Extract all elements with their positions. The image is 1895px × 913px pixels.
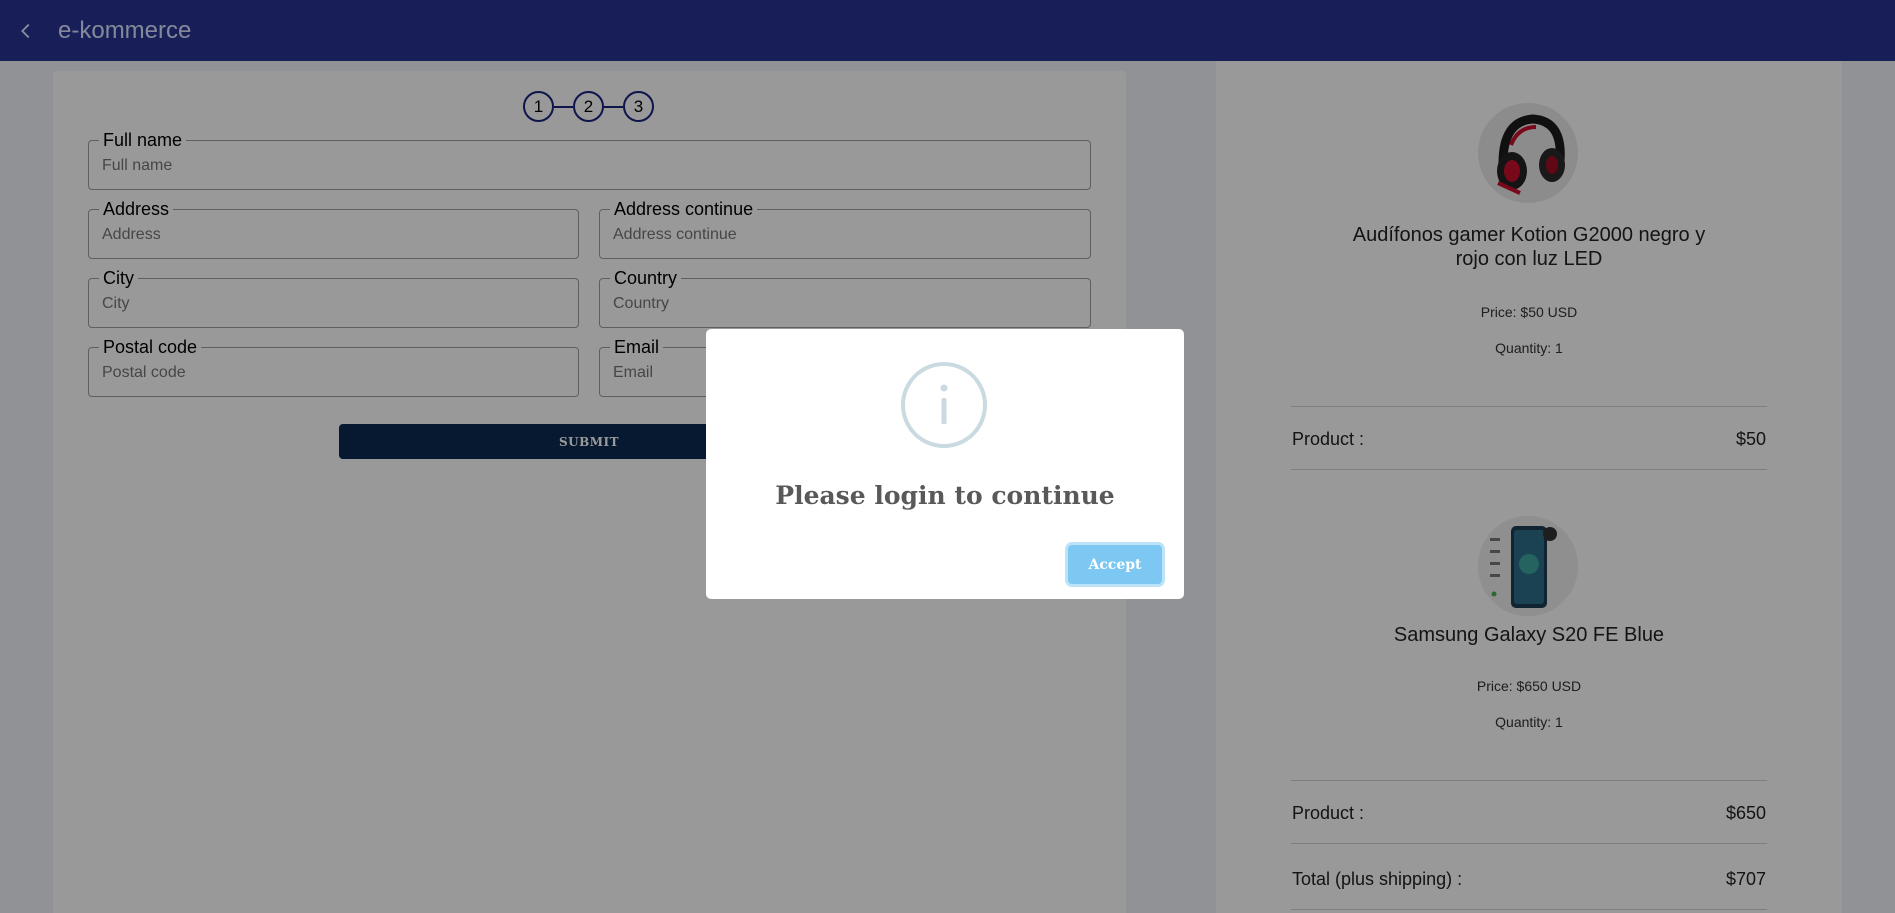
info-icon [901, 362, 987, 448]
accept-button[interactable]: Accept [1068, 545, 1162, 584]
login-required-dialog: Please login to continue Accept [706, 329, 1184, 599]
dialog-title: Please login to continue [775, 481, 1115, 510]
